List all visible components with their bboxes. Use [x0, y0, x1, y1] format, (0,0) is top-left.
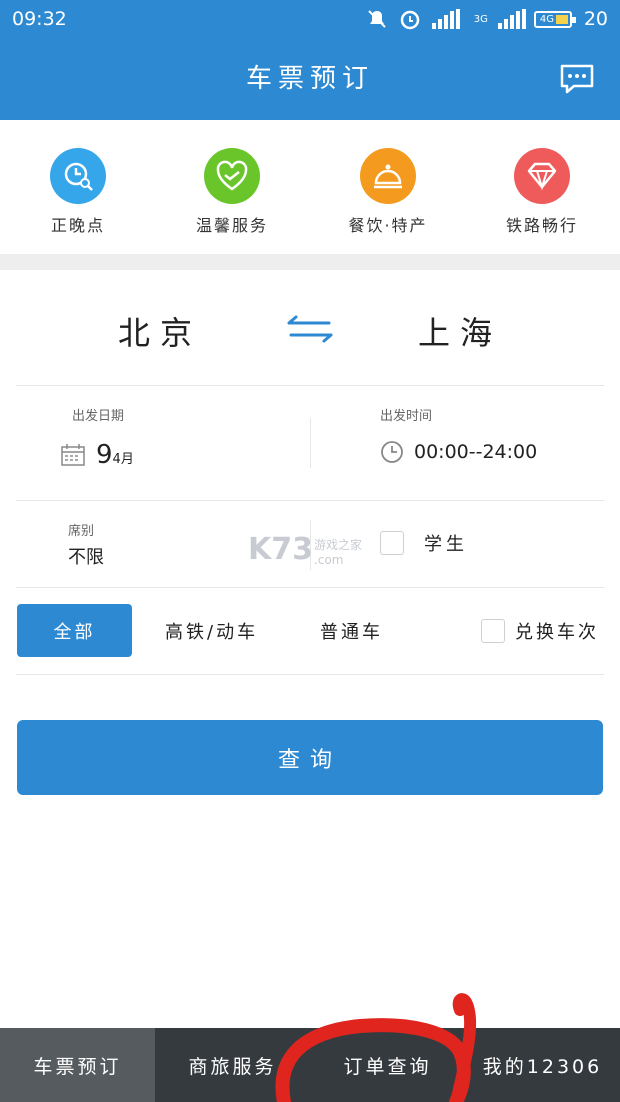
diamond-icon — [514, 148, 570, 204]
mute-icon — [368, 10, 386, 28]
network-3g-label: 3G — [473, 13, 488, 25]
departure-date-label: 出发日期 — [72, 409, 125, 424]
departure-time[interactable]: 出发时间 00:00--24:00 — [380, 405, 600, 464]
exchange-checkbox[interactable] — [481, 619, 505, 643]
vertical-divider — [310, 418, 311, 468]
quick-action-delay[interactable]: 正晚点 — [8, 148, 148, 236]
tab-business-travel[interactable]: 商旅服务 — [155, 1028, 310, 1102]
student-label: 学生 — [424, 534, 468, 555]
battery-icon — [534, 11, 576, 28]
chat-icon[interactable] — [560, 64, 594, 94]
student-checkbox[interactable] — [380, 531, 404, 555]
quick-action-service[interactable]: 温馨服务 — [162, 148, 302, 236]
calendar-icon — [61, 444, 85, 466]
quick-action-label: 温馨服务 — [195, 216, 268, 235]
quick-action-label: 铁路畅行 — [505, 216, 578, 235]
divider — [16, 674, 604, 675]
departure-time-value: 00:00--24:00 — [414, 441, 538, 463]
quick-action-railway[interactable]: 铁路畅行 — [472, 148, 612, 236]
tab-my-12306[interactable]: 我的12306 — [465, 1028, 620, 1102]
seat-type-value: 不限 — [68, 547, 104, 568]
clock-search-icon — [50, 148, 106, 204]
quick-actions: 正晚点 温馨服务 餐饮·特产 铁路畅行 — [0, 120, 620, 254]
watermark-sub: 游戏之家 .com — [314, 536, 362, 567]
departure-month: 4月 — [112, 452, 134, 467]
watermark-logo-text: K73 — [248, 532, 313, 567]
seat-type[interactable]: 席别 不限 — [68, 520, 104, 569]
clock-icon — [381, 441, 403, 463]
status-icons: 3G 4G — [366, 7, 554, 31]
exchange-option[interactable]: 兑换车次 — [481, 618, 599, 644]
query-button[interactable]: 查询 — [17, 720, 603, 795]
page-title: 车票预订 — [245, 64, 374, 94]
departure-date[interactable]: 出发日期 94月 — [60, 405, 300, 470]
quick-action-label: 正晚点 — [50, 216, 105, 235]
to-station[interactable]: 上海 — [400, 308, 520, 354]
signal-icon — [431, 9, 460, 29]
filter-high-speed[interactable]: 高铁/动车 — [165, 618, 258, 644]
from-station[interactable]: 北京 — [100, 308, 220, 354]
route-selector: 北京 上海 — [0, 270, 620, 385]
divider — [16, 587, 604, 588]
watermark-logo: K73 游戏之家 .com — [248, 532, 362, 567]
train-type-filters: 全部 高铁/动车 普通车 兑换车次 — [17, 604, 607, 658]
quick-action-food[interactable]: 餐饮·特产 — [318, 148, 458, 236]
tab-ticket-booking[interactable]: 车票预订 — [0, 1028, 155, 1102]
battery-level: 20 — [583, 8, 608, 30]
food-cloche-icon — [360, 148, 416, 204]
handshake-heart-icon — [204, 148, 260, 204]
filter-all-button[interactable]: 全部 — [17, 604, 132, 657]
divider — [16, 385, 604, 386]
title-bar: 车票预订 — [0, 38, 620, 120]
status-time: 09:32 — [12, 8, 67, 30]
swap-arrows-icon[interactable] — [285, 315, 335, 343]
section-divider — [0, 254, 620, 270]
watermark-sub-text: 游戏之家 — [314, 538, 363, 552]
exchange-label: 兑换车次 — [515, 622, 599, 643]
departure-time-label: 出发时间 — [380, 409, 433, 424]
signal-icon-2 — [497, 9, 526, 29]
divider — [16, 500, 604, 501]
departure-day: 9 — [96, 440, 113, 470]
seat-type-label: 席别 — [68, 524, 95, 539]
watermark-domain: .com — [314, 553, 344, 567]
tab-order-query[interactable]: 订单查询 — [310, 1028, 465, 1102]
quick-action-label: 餐饮·特产 — [348, 216, 428, 235]
alarm-icon — [400, 10, 419, 30]
student-option[interactable]: 学生 — [380, 530, 468, 556]
bottom-nav: 车票预订 商旅服务 订单查询 我的12306 — [0, 1028, 620, 1102]
status-bar: 09:32 3G 4G 20 — [0, 0, 620, 38]
filter-normal[interactable]: 普通车 — [320, 618, 383, 644]
